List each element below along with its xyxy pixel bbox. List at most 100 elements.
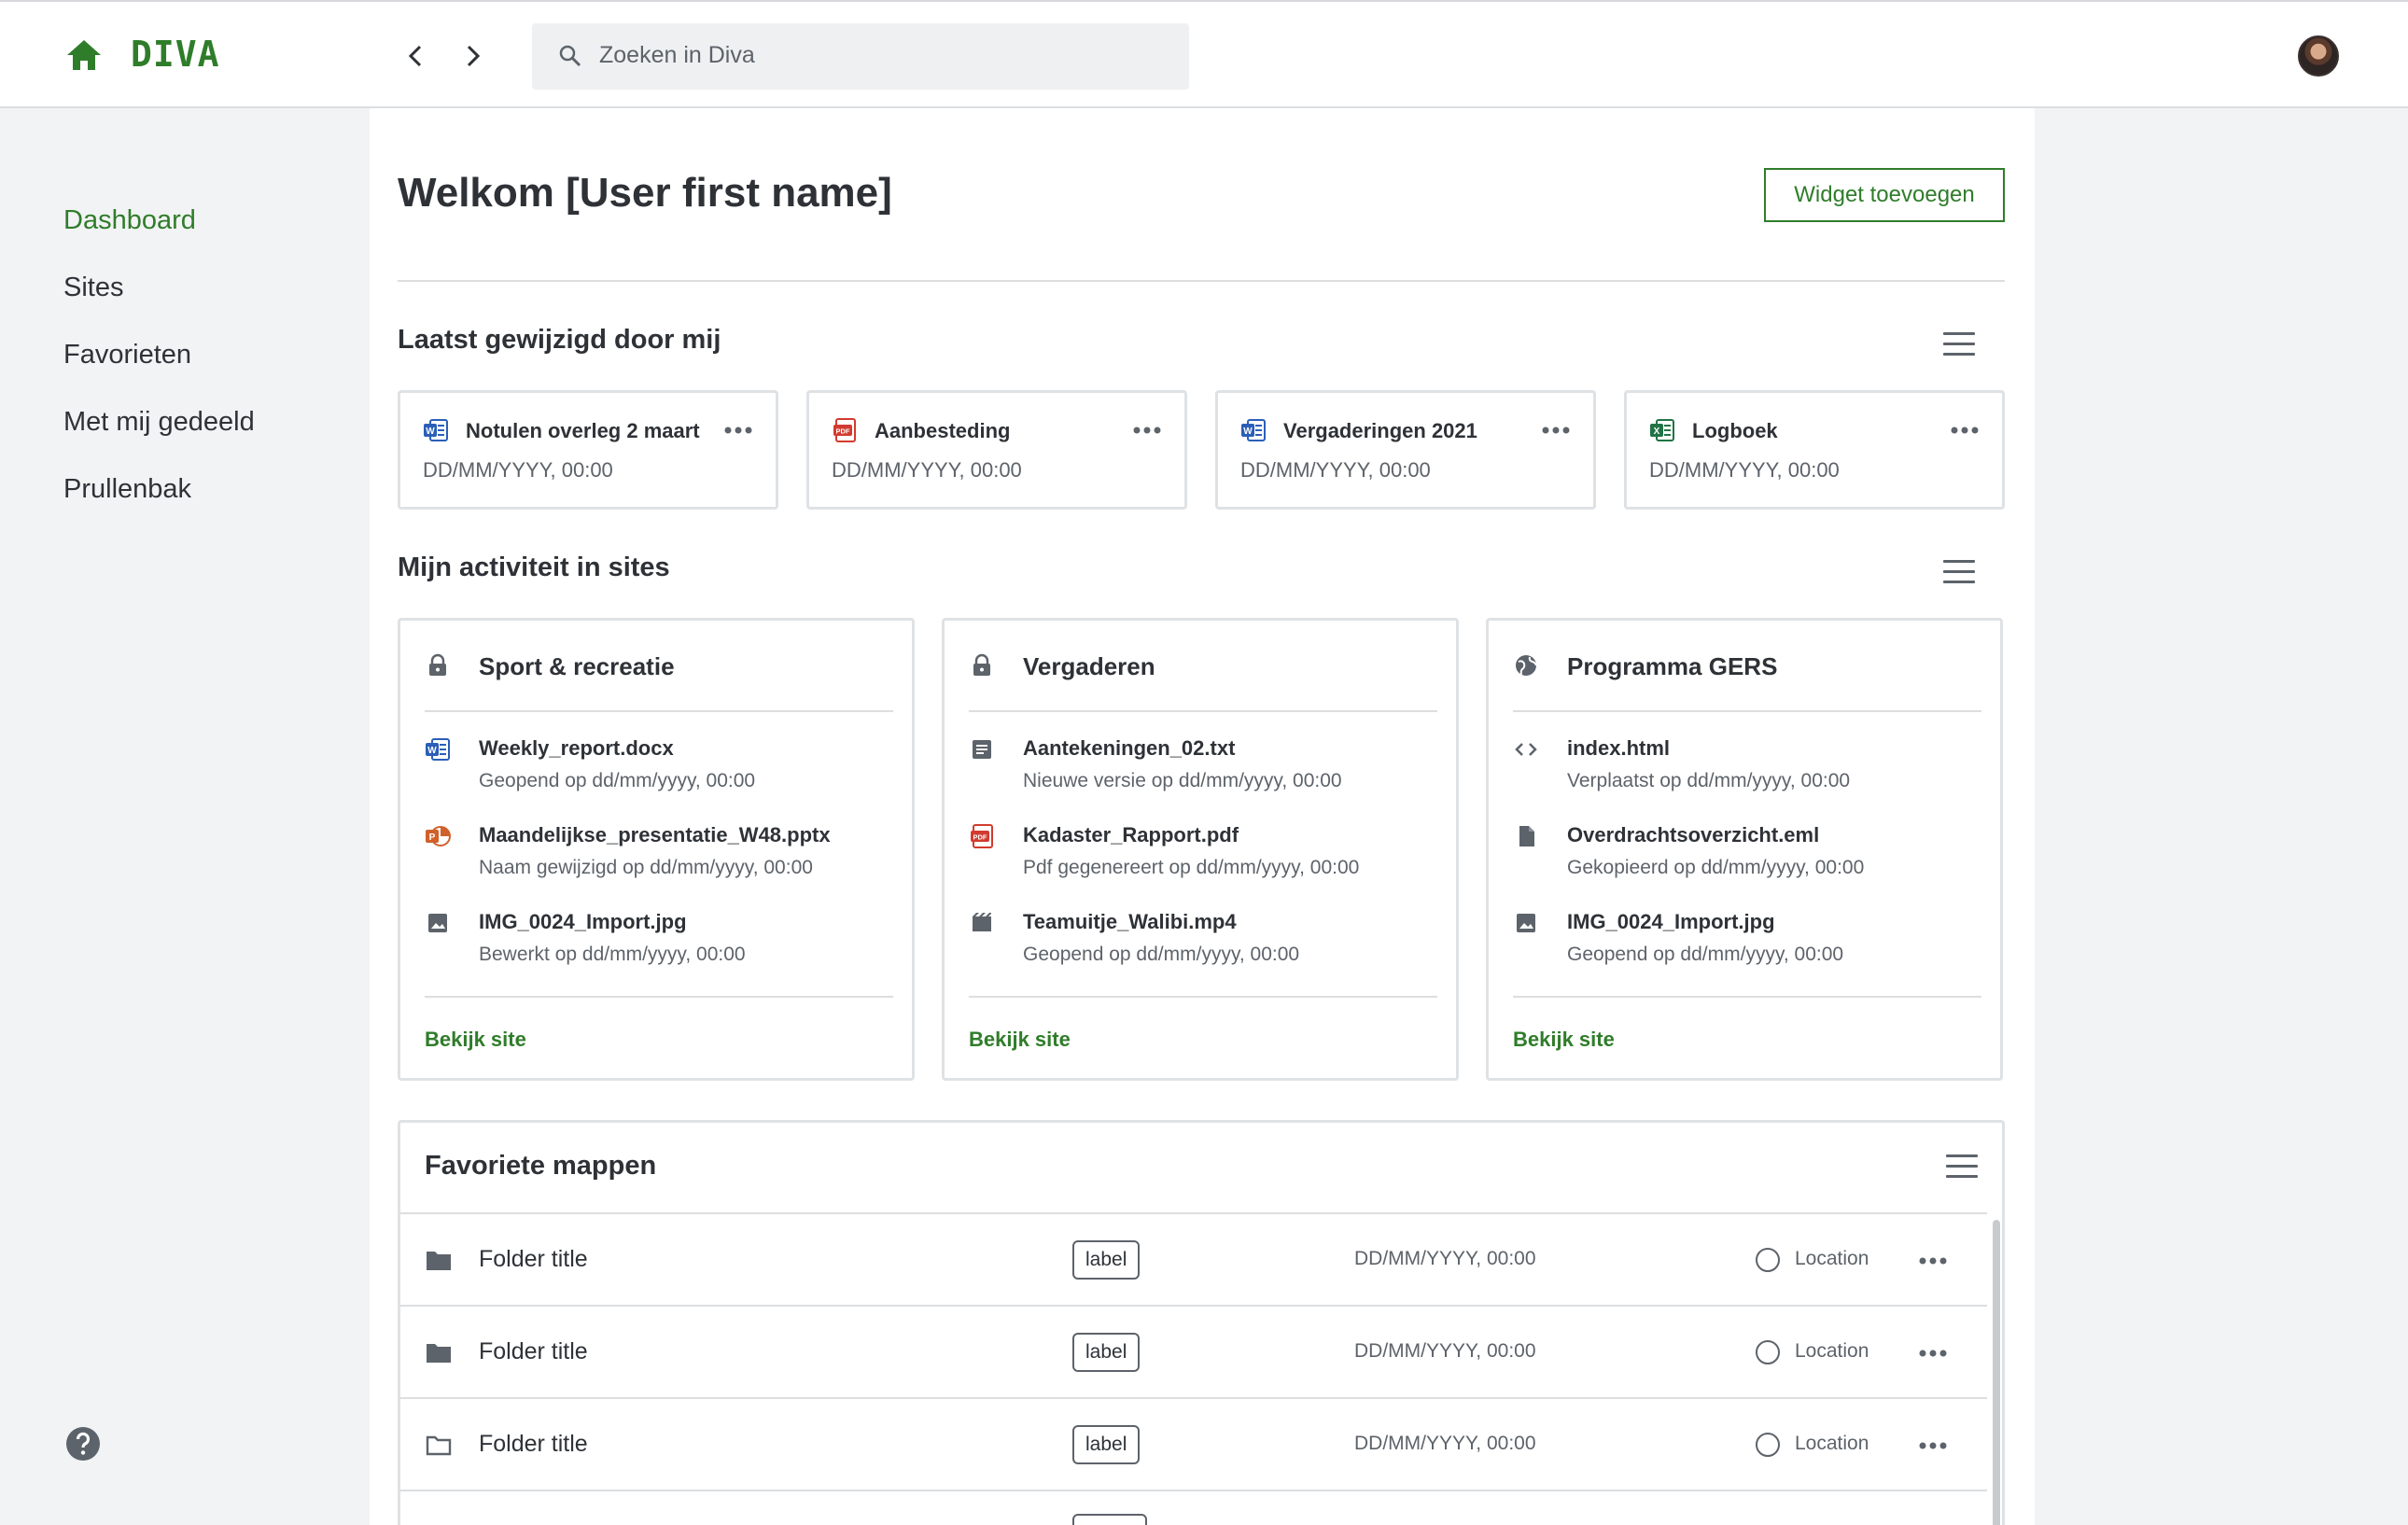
- view-site-link[interactable]: Bekijk site: [425, 1028, 526, 1052]
- code-icon: [1513, 736, 1539, 762]
- folder-filled-icon: [425, 1248, 453, 1272]
- more-options-icon[interactable]: [1132, 421, 1162, 440]
- activity-section-title: Mijn activiteit in sites: [398, 553, 670, 582]
- help-icon[interactable]: [65, 1426, 101, 1462]
- folder-title: Folder title: [479, 1246, 588, 1272]
- folder-label-badge: label: [1072, 1240, 1141, 1280]
- excel-icon: [1649, 417, 1675, 443]
- activity-item-sub: Gekopieerd op dd/mm/yyyy, 00:00: [1567, 857, 1865, 878]
- sidebar-item-favorieten[interactable]: Favorieten: [63, 340, 191, 371]
- home-icon[interactable]: [65, 37, 103, 73]
- recent-card[interactable]: Logboek DD/MM/YYYY, 00:00: [1624, 390, 2005, 510]
- activity-item-name[interactable]: Aantekeningen_02.txt: [1023, 736, 1235, 761]
- location-radio[interactable]: [1756, 1433, 1780, 1457]
- site-card-title[interactable]: Sport & recreatie: [479, 652, 675, 681]
- site-card-title[interactable]: Programma GERS: [1567, 652, 1777, 681]
- recent-card-date: DD/MM/YYYY, 00:00: [423, 458, 613, 482]
- table-row[interactable]: Folder title label DD/MM/YYYY, 00:00 Loc…: [400, 1305, 1987, 1397]
- favorites-menu-icon[interactable]: [1946, 1154, 1978, 1179]
- pdf-icon: [832, 417, 858, 443]
- activity-item-sub: Geopend op dd/mm/yyyy, 00:00: [1023, 944, 1300, 965]
- more-options-icon[interactable]: [1950, 421, 1980, 440]
- folder-date: DD/MM/YYYY, 00:00: [1354, 1433, 1536, 1454]
- more-options-icon[interactable]: [723, 421, 753, 440]
- site-card-programma-gers: Programma GERS index.html Verplaatst op …: [1486, 618, 2003, 1081]
- activity-item-name[interactable]: IMG_0024_Import.jpg: [1567, 910, 1775, 934]
- recent-card[interactable]: Aanbesteding DD/MM/YYYY, 00:00: [806, 390, 1187, 510]
- activity-item-name[interactable]: Kadaster_Rapport.pdf: [1023, 823, 1239, 847]
- sidebar-item-dashboard[interactable]: Dashboard: [63, 205, 196, 236]
- activity-item-sub: Geopend op dd/mm/yyyy, 00:00: [1567, 944, 1844, 965]
- word-icon: [1240, 417, 1267, 443]
- table-row[interactable]: Folder title label DD/MM/YYYY, 00:00 Loc…: [400, 1212, 1987, 1305]
- top-bar: DIVA Zoeken in Diva: [0, 0, 2408, 108]
- table-row[interactable]: [400, 1490, 1987, 1525]
- view-site-link[interactable]: Bekijk site: [969, 1028, 1071, 1052]
- view-site-link[interactable]: Bekijk site: [1513, 1028, 1615, 1052]
- image-icon: [1513, 910, 1539, 936]
- folder-location: Location: [1795, 1340, 1869, 1362]
- recent-section-title: Laatst gewijzigd door mij: [398, 325, 721, 355]
- recent-card-name: Logboek: [1692, 419, 1778, 442]
- activity-item-sub: Pdf gegenereert op dd/mm/yyyy, 00:00: [1023, 857, 1360, 878]
- search-input[interactable]: Zoeken in Diva: [532, 23, 1189, 90]
- activity-item-name[interactable]: Overdrachtsoverzicht.eml: [1567, 823, 1819, 847]
- text-file-icon: [969, 736, 995, 762]
- video-icon: [969, 910, 995, 936]
- sidebar-item-met-mij-gedeeld[interactable]: Met mij gedeeld: [63, 407, 255, 438]
- table-row[interactable]: Folder title label DD/MM/YYYY, 00:00 Loc…: [400, 1397, 1987, 1490]
- scrollbar[interactable]: [1993, 1220, 2000, 1525]
- more-options-icon[interactable]: [1918, 1344, 1948, 1363]
- more-options-icon[interactable]: [1918, 1436, 1948, 1455]
- lock-icon: [425, 652, 451, 679]
- right-gutter: [2035, 108, 2408, 1525]
- recent-card[interactable]: Notulen overleg 2 maart DD/MM/YYYY, 00:0…: [398, 390, 778, 510]
- folder-label-badge: [1072, 1514, 1147, 1525]
- lock-icon: [969, 652, 995, 679]
- chevron-right-icon[interactable]: [459, 41, 485, 71]
- folder-label-badge: label: [1072, 1425, 1141, 1464]
- activity-item-sub: Verplaatst op dd/mm/yyyy, 00:00: [1567, 770, 1851, 791]
- activity-menu-icon[interactable]: [1943, 560, 1975, 584]
- recent-card-name: Notulen overleg 2 maart: [466, 419, 700, 442]
- folder-title: Folder title: [479, 1338, 588, 1364]
- location-radio[interactable]: [1756, 1248, 1780, 1272]
- chevron-left-icon[interactable]: [403, 41, 429, 71]
- sidebar-item-prullenbak[interactable]: Prullenbak: [63, 474, 191, 505]
- site-card-title[interactable]: Vergaderen: [1023, 652, 1155, 681]
- activity-item-sub: Nieuwe versie op dd/mm/yyyy, 00:00: [1023, 770, 1342, 791]
- search-icon: [559, 45, 581, 67]
- sidebar-item-sites[interactable]: Sites: [63, 273, 123, 303]
- recent-card-name: Aanbesteding: [875, 419, 1011, 442]
- more-options-icon[interactable]: [1918, 1252, 1948, 1270]
- folder-location: Location: [1795, 1248, 1869, 1269]
- activity-item-name[interactable]: IMG_0024_Import.jpg: [479, 910, 687, 934]
- recent-card-date: DD/MM/YYYY, 00:00: [1240, 458, 1431, 482]
- activity-item-name[interactable]: Teamuitje_Walibi.mp4: [1023, 910, 1237, 934]
- avatar[interactable]: [2298, 35, 2339, 77]
- recent-card[interactable]: Vergaderingen 2021 DD/MM/YYYY, 00:00: [1215, 390, 1596, 510]
- site-card-vergaderen: Vergaderen Aantekeningen_02.txt Nieuwe v…: [942, 618, 1459, 1081]
- globe-icon: [1513, 652, 1539, 679]
- activity-item-name[interactable]: Maandelijkse_presentatie_W48.pptx: [479, 823, 831, 847]
- add-widget-button[interactable]: Widget toevoegen: [1764, 168, 2005, 222]
- word-icon: [425, 736, 451, 762]
- recent-card-name: Vergaderingen 2021: [1283, 419, 1477, 442]
- recent-card-date: DD/MM/YYYY, 00:00: [1649, 458, 1840, 482]
- recent-menu-icon[interactable]: [1943, 332, 1975, 357]
- page-title: Welkom [User first name]: [398, 170, 892, 216]
- activity-item-name[interactable]: index.html: [1567, 736, 1670, 761]
- location-radio[interactable]: [1756, 1340, 1780, 1364]
- favorites-section-title: Favoriete mappen: [425, 1151, 657, 1181]
- recent-card-date: DD/MM/YYYY, 00:00: [832, 458, 1022, 482]
- pdf-icon: [969, 823, 995, 849]
- folder-label-badge: label: [1072, 1333, 1141, 1372]
- folder-filled-icon: [425, 1340, 453, 1364]
- sidebar: Dashboard Sites Favorieten Met mij gedee…: [0, 108, 370, 1525]
- app-logo[interactable]: DIVA: [131, 34, 220, 75]
- activity-item-sub: Geopend op dd/mm/yyyy, 00:00: [479, 770, 756, 791]
- more-options-icon[interactable]: [1541, 421, 1571, 440]
- activity-item-name[interactable]: Weekly_report.docx: [479, 736, 674, 761]
- folder-title: Folder title: [479, 1431, 588, 1457]
- main-content: Welkom [User first name] Widget toevoege…: [370, 108, 2035, 1525]
